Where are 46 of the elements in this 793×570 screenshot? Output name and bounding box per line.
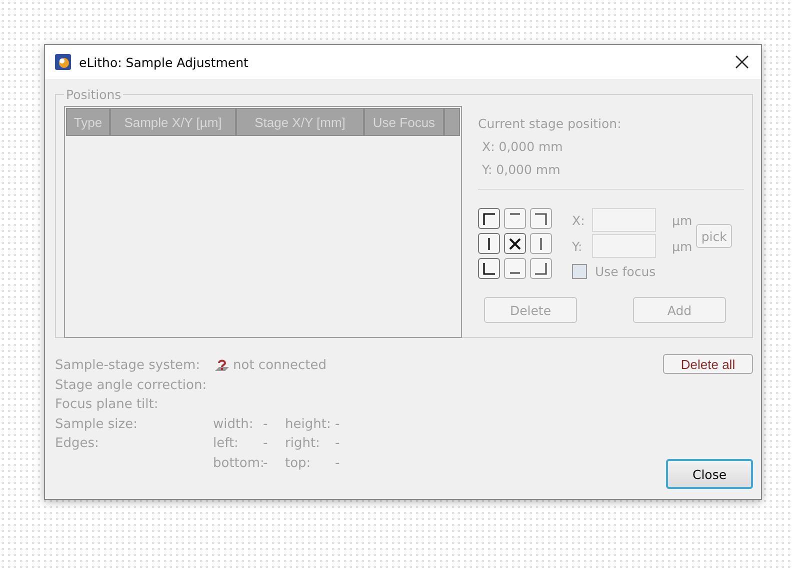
y-label: Y: bbox=[572, 238, 584, 254]
system-label: Sample-stage system: bbox=[55, 357, 202, 375]
group-title: Positions bbox=[65, 87, 122, 102]
bottom-edge-icon bbox=[510, 272, 520, 274]
right-value: - bbox=[335, 435, 341, 453]
focus-tilt-label: Focus plane tilt: bbox=[55, 396, 160, 414]
width-value: - bbox=[263, 416, 269, 434]
top-edge-icon bbox=[510, 213, 520, 215]
close-icon[interactable] bbox=[735, 55, 749, 69]
top-value: - bbox=[335, 454, 341, 472]
bottom-value: - bbox=[263, 454, 269, 472]
cross-icon bbox=[509, 238, 521, 250]
close-button[interactable]: Close bbox=[666, 459, 753, 489]
move-button[interactable] bbox=[478, 208, 500, 229]
corner-top-left-icon bbox=[483, 212, 495, 224]
sample-size-label: Sample size: bbox=[55, 416, 138, 434]
unit-label: µm bbox=[672, 212, 692, 228]
move-button[interactable] bbox=[478, 258, 500, 279]
width-label: width: bbox=[213, 416, 254, 434]
move-button[interactable] bbox=[504, 233, 526, 254]
move-button[interactable] bbox=[478, 233, 500, 254]
stage-x-value: X: 0,000 mm bbox=[481, 138, 564, 156]
height-label: height: bbox=[285, 416, 332, 434]
use-focus-label: Use focus bbox=[595, 264, 656, 279]
bottom-label: bottom: bbox=[213, 454, 263, 472]
current-position-label: Current stage position: bbox=[478, 115, 622, 133]
right-label: right: bbox=[285, 435, 321, 453]
x-label: X: bbox=[572, 212, 586, 228]
top-label: top: bbox=[285, 454, 312, 472]
left-value: - bbox=[263, 435, 269, 453]
corner-bottom-right-icon bbox=[535, 262, 547, 274]
height-value: - bbox=[335, 416, 341, 434]
stage-y-value: Y: 0,000 mm bbox=[481, 161, 562, 179]
angle-correction-label: Stage angle correction: bbox=[55, 376, 208, 394]
corner-bottom-left-icon bbox=[483, 262, 495, 274]
corner-top-right-icon bbox=[535, 212, 547, 224]
system-status: not connected bbox=[233, 357, 326, 375]
delete-all-button[interactable]: Delete all bbox=[663, 354, 753, 374]
right-edge-icon bbox=[540, 238, 542, 250]
window-title: eLitho: Sample Adjustment bbox=[79, 54, 250, 70]
app-logo-icon bbox=[55, 54, 71, 70]
unit-label: µm bbox=[672, 238, 692, 254]
edges-label: Edges: bbox=[55, 435, 100, 453]
left-edge-icon bbox=[488, 238, 490, 250]
question-stage-icon bbox=[213, 358, 231, 374]
left-label: left: bbox=[213, 435, 240, 453]
